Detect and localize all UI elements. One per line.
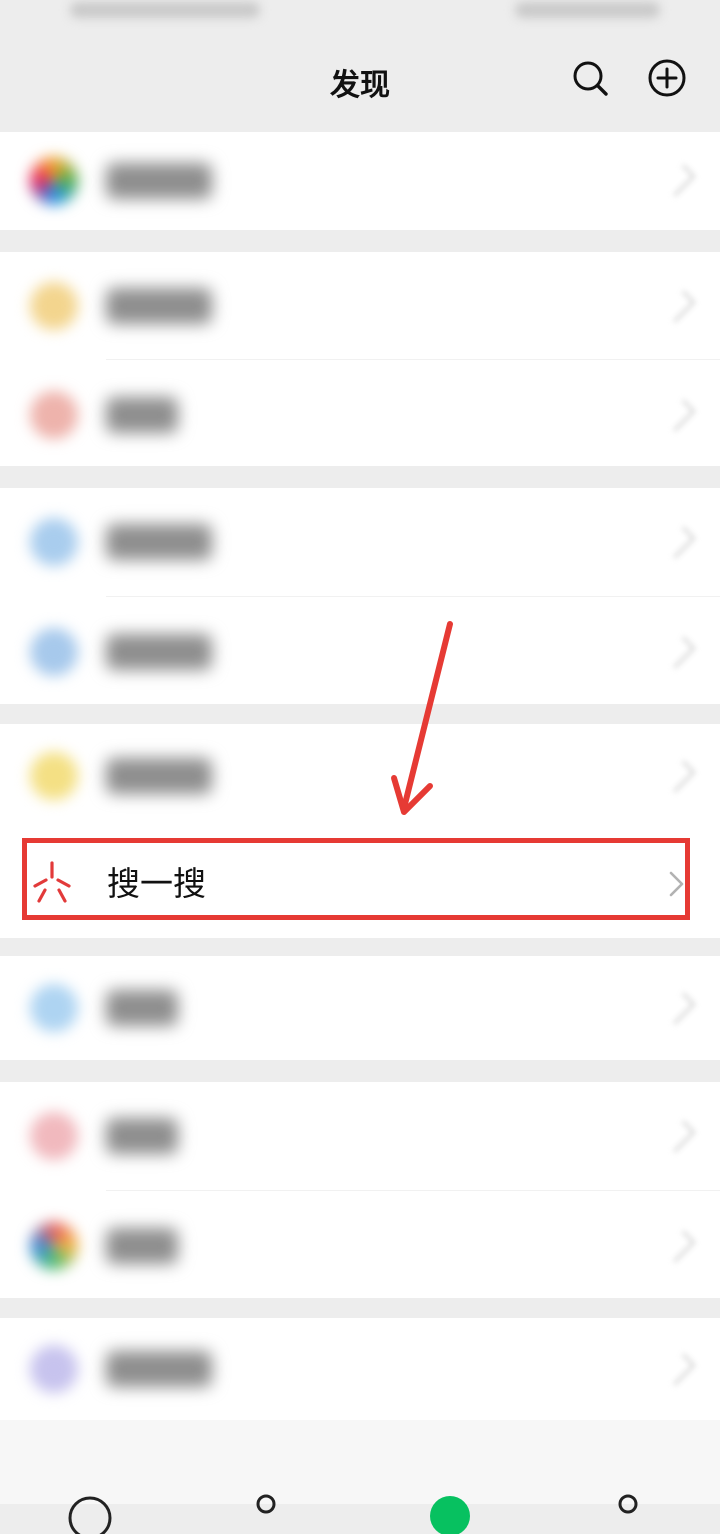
- blurred-icon: [30, 1222, 78, 1270]
- chevron-right-icon: [663, 399, 696, 432]
- list-item[interactable]: [0, 488, 720, 596]
- list-item[interactable]: [0, 359, 720, 466]
- list-item[interactable]: [0, 1318, 720, 1420]
- group-nearby: [0, 956, 720, 1060]
- list-item[interactable]: [0, 1082, 720, 1190]
- group-mini-programs: [0, 1318, 720, 1420]
- list-item[interactable]: [0, 956, 720, 1060]
- blurred-icon: [30, 1112, 78, 1160]
- chevron-right-icon: [663, 760, 696, 793]
- status-bar-right-blurred: [515, 2, 660, 18]
- highlight-annotation-box: [22, 838, 690, 920]
- group-moments: [0, 132, 720, 230]
- list-item[interactable]: [0, 596, 720, 704]
- list-item[interactable]: [0, 1190, 720, 1298]
- blurred-label: [106, 163, 212, 199]
- plus-circle-icon: [648, 59, 686, 97]
- page-title: 发现: [330, 68, 390, 103]
- blurred-icon: [30, 518, 78, 566]
- chevron-right-icon: [663, 1120, 696, 1153]
- search-icon: [573, 61, 608, 96]
- blurred-icon: [30, 282, 78, 330]
- group-look: [0, 724, 720, 828]
- nav-bar: 发现: [0, 30, 720, 125]
- chat-tab-icon[interactable]: [66, 1494, 114, 1534]
- group-channels: [0, 252, 720, 466]
- discover-tab-icon[interactable]: [426, 1494, 474, 1534]
- tab-bar: [0, 1420, 720, 1534]
- blurred-icon: [30, 391, 78, 439]
- blurred-icon: [30, 984, 78, 1032]
- me-tab-icon[interactable]: [604, 1494, 652, 1534]
- status-bar: [0, 0, 720, 30]
- blurred-icon: [30, 628, 78, 676]
- status-bar-left-blurred: [70, 2, 260, 18]
- blurred-label: [106, 758, 212, 794]
- list-item[interactable]: [0, 724, 720, 828]
- chevron-right-icon: [663, 290, 696, 323]
- chevron-right-icon: [663, 526, 696, 559]
- blurred-label: [106, 990, 178, 1026]
- search-button[interactable]: [570, 58, 610, 98]
- blurred-label: [106, 634, 212, 670]
- blurred-label: [106, 1351, 212, 1387]
- sousou-row[interactable]: 搜一搜: [0, 828, 720, 938]
- blurred-label: [106, 397, 178, 433]
- chevron-right-icon: [663, 1230, 696, 1263]
- chevron-right-icon: [663, 164, 696, 197]
- blurred-label: [106, 1118, 178, 1154]
- chevron-right-icon: [663, 1353, 696, 1386]
- blurred-label: [106, 524, 212, 560]
- contacts-tab-icon[interactable]: [242, 1494, 290, 1534]
- blurred-label: [106, 288, 212, 324]
- group-shop: [0, 1082, 720, 1298]
- chevron-right-icon: [663, 636, 696, 669]
- list-item[interactable]: [0, 132, 720, 230]
- blurred-icon: [30, 157, 78, 205]
- blurred-icon: [30, 752, 78, 800]
- chevron-right-icon: [663, 992, 696, 1025]
- blurred-icon: [30, 1345, 78, 1393]
- group-scan: [0, 488, 720, 704]
- blurred-label: [106, 1228, 178, 1264]
- annotation-arrow: [391, 621, 453, 815]
- list-item[interactable]: [0, 252, 720, 359]
- add-button[interactable]: [647, 58, 687, 98]
